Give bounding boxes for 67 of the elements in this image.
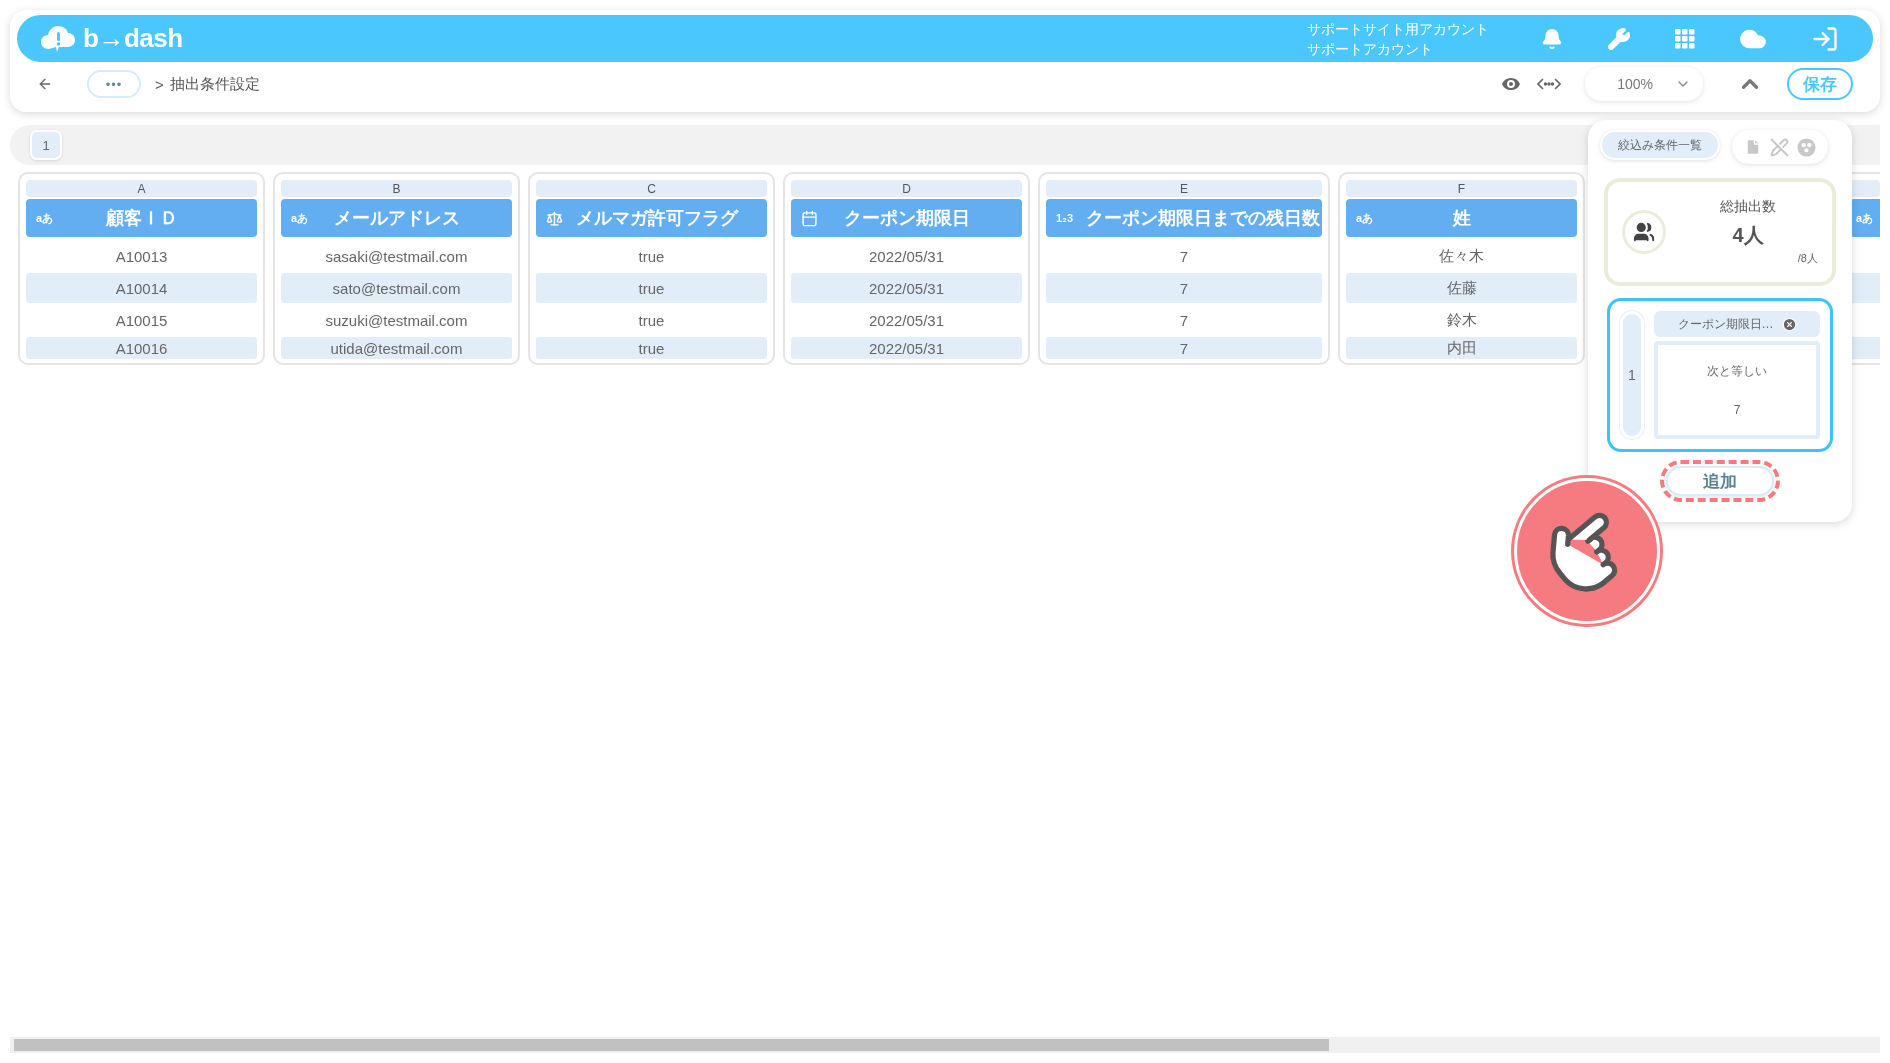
type-label: 1₂3 <box>1056 212 1075 224</box>
notifications-button[interactable] <box>1541 27 1563 50</box>
logout-button[interactable] <box>1811 24 1839 53</box>
table-cell: 内田 <box>1346 337 1577 359</box>
column-header[interactable]: aあ <box>1850 199 1880 237</box>
apps-button[interactable] <box>1675 28 1695 49</box>
type-label: aあ <box>1856 210 1875 226</box>
filter-list-tab[interactable]: 絞込み条件一覧 <box>1600 130 1720 160</box>
horizontal-scrollbar[interactable] <box>10 1037 1880 1053</box>
breadcrumb-separator: > <box>155 75 164 93</box>
type-label: aあ <box>1356 210 1375 226</box>
column-letter: E <box>1046 180 1322 197</box>
apps-grid-icon <box>1675 28 1695 49</box>
save-button[interactable]: 保存 <box>1787 68 1853 100</box>
column-header[interactable]: クーポン期限日 <box>791 199 1022 237</box>
column-header[interactable]: aあ メールアドレス <box>281 199 512 237</box>
add-button[interactable]: 追加 <box>1666 466 1774 496</box>
type-label: aあ <box>291 210 310 226</box>
table-cell: true <box>536 273 767 303</box>
breadcrumb-overflow-button[interactable]: ••• <box>87 70 141 98</box>
column-header[interactable]: aあ 顧客ＩＤ <box>26 199 257 237</box>
zoom-select[interactable]: 100% <box>1585 67 1703 101</box>
table-cell: 2022/05/31 <box>791 337 1022 359</box>
settings-button[interactable] <box>1607 26 1631 51</box>
total-value: 4人 <box>1732 223 1764 248</box>
column-header[interactable]: 1₂3 クーポン期限日までの残日数 <box>1046 199 1322 237</box>
remove-icon[interactable] <box>1781 316 1797 332</box>
total-label: 総抽出数 <box>1720 198 1776 216</box>
document-button[interactable] <box>1744 138 1762 156</box>
condition-box[interactable]: 次と等しい 7 <box>1654 341 1820 439</box>
condition-operator: 次と等しい <box>1707 362 1767 380</box>
pen-off-button[interactable] <box>1770 137 1789 157</box>
condition-index: 1 <box>1620 311 1644 439</box>
condition-value: 7 <box>1733 403 1741 418</box>
calendar-icon <box>801 209 818 227</box>
total-of: /8人 <box>1797 251 1818 266</box>
table-cell: A10014 <box>26 273 257 303</box>
table-cell: 2022/05/31 <box>791 273 1022 303</box>
column-letter: B <box>281 180 512 197</box>
column-letter: A <box>26 180 257 197</box>
account-name: サポートアカウント <box>1307 39 1434 59</box>
breadcrumb-current: 抽出条件設定 <box>169 74 260 94</box>
table-cell: true <box>536 337 767 359</box>
table-cell: 佐藤 <box>1346 273 1577 303</box>
dots-circle-button[interactable] <box>1797 137 1816 157</box>
column-letter: D <box>791 180 1022 197</box>
table-cell: A10016 <box>26 337 257 359</box>
column-header[interactable]: aあ 姓 <box>1346 199 1577 237</box>
column-letter-bar <box>1850 180 1880 197</box>
table-cell <box>1850 337 1880 359</box>
code-button[interactable] <box>1537 76 1562 92</box>
table-cell: 7 <box>1046 337 1322 359</box>
condition-field[interactable]: クーポン期限日… <box>1654 311 1820 337</box>
logo-text: b→dash <box>83 23 183 54</box>
back-button[interactable] <box>37 76 53 92</box>
table-cell: sato@testmail.com <box>281 273 512 303</box>
table-cell: utida@testmail.com <box>281 337 512 359</box>
scale-icon <box>546 209 563 227</box>
sheet-tab[interactable]: 1 <box>30 130 62 160</box>
account-site: サポートサイト用アカウント <box>1307 19 1489 39</box>
column-letter: F <box>1346 180 1577 197</box>
column-header[interactable]: メルマガ許可フラグ <box>536 199 767 237</box>
users-icon <box>1622 210 1666 254</box>
column-letter: C <box>536 180 767 197</box>
table-cell <box>1850 273 1880 303</box>
table-cell: 7 <box>1046 273 1322 303</box>
type-label: aあ <box>36 210 55 226</box>
